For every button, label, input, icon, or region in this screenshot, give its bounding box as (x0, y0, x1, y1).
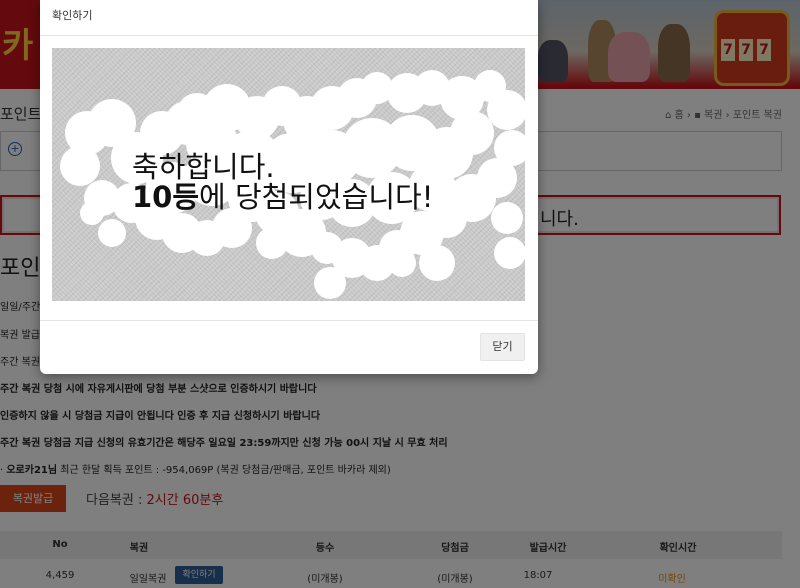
scratch-card[interactable]: 축하합니다. 10등에 당첨되었습니다! (52, 48, 525, 301)
prize-message-rest: 에 당첨되었습니다! (199, 180, 434, 214)
prize-message-line2: 10등에 당첨되었습니다! (132, 174, 433, 216)
close-button[interactable]: 닫기 (480, 333, 525, 361)
modal-title: 확인하기 (52, 9, 93, 22)
prize-rank: 10등 (132, 180, 200, 214)
confirm-modal: 확인하기 축하합니다. 10등에 당첨되었습니다! 닫기 (40, 0, 538, 374)
modal-footer-divider (40, 320, 538, 321)
modal-header: 확인하기 (40, 0, 538, 36)
